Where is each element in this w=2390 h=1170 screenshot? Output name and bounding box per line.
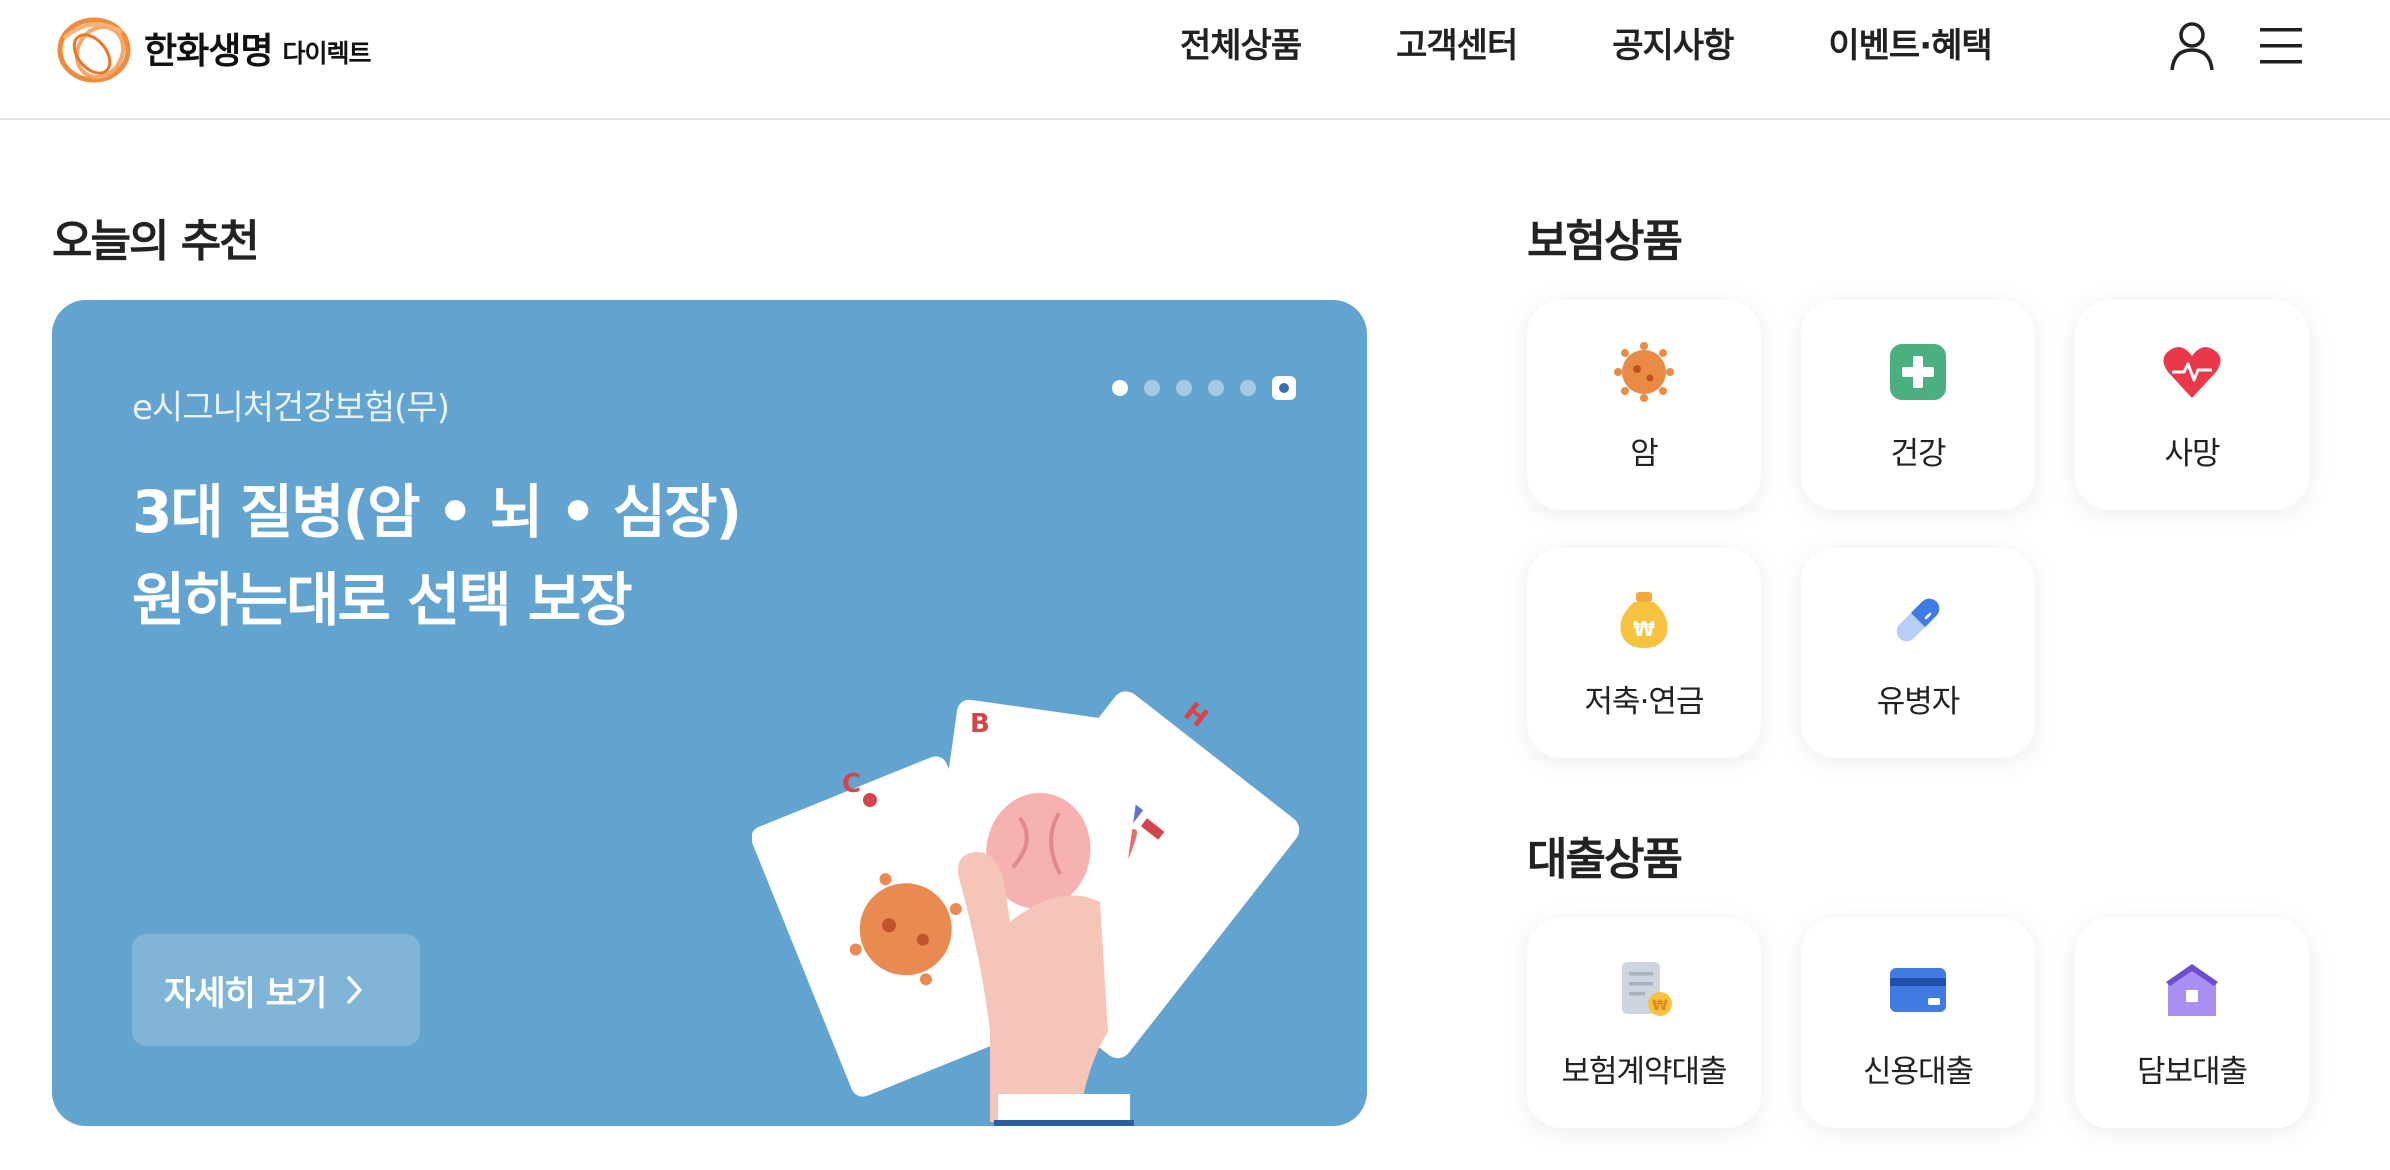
svg-text:₩: ₩ xyxy=(1633,617,1655,641)
main-nav: 전체상품 고객센터 공지사항 이벤트·혜택 xyxy=(1180,20,1993,72)
product-label: 사망 xyxy=(2164,436,2220,472)
product-label: 유병자 xyxy=(1876,684,1961,720)
nav-all-products[interactable]: 전체상품 xyxy=(1180,20,1302,72)
nav-events-benefits[interactable]: 이벤트·혜택 xyxy=(1828,20,1992,72)
recommendation-banner[interactable]: e시그니처건강보험(무) 3대 질병(암 • 뇌 • 심장) 원하는대로 선택 … xyxy=(52,300,1367,1126)
carousel-dot[interactable] xyxy=(1112,380,1128,396)
money-bag-icon: ₩ xyxy=(1620,592,1668,648)
health-cross-icon xyxy=(1890,344,1946,400)
carousel-pause-button[interactable] xyxy=(1272,376,1296,400)
chevron-right-icon xyxy=(347,976,362,1004)
heart-pulse-icon xyxy=(2163,347,2221,398)
view-details-label: 자세히 보기 xyxy=(164,973,327,1014)
svg-text:₩: ₩ xyxy=(1652,998,1668,1014)
user-icon[interactable] xyxy=(2168,20,2216,72)
product-label: 보험계약대출 xyxy=(1561,1054,1727,1090)
virus-icon xyxy=(1614,342,1674,402)
house-icon xyxy=(2166,964,2218,1016)
carousel-dot[interactable] xyxy=(1208,380,1224,396)
loan-section-title: 대출상품 xyxy=(1527,834,1683,885)
loan-card-secured-loan[interactable]: 담보대출 xyxy=(2075,918,2309,1128)
product-card-death[interactable]: 사망 xyxy=(2075,300,2309,510)
loan-card-policy-loan[interactable]: ₩ 보험계약대출 xyxy=(1527,918,1761,1128)
pill-icon xyxy=(1896,598,1940,642)
svg-text:C: C xyxy=(842,769,861,799)
carousel-dot[interactable] xyxy=(1240,380,1256,396)
carousel-dot[interactable] xyxy=(1176,380,1192,396)
pause-icon xyxy=(1279,383,1289,393)
product-label: 건강 xyxy=(1890,436,1946,472)
product-card-preexisting[interactable]: 유병자 xyxy=(1801,548,2035,758)
loan-card-credit-loan[interactable]: 신용대출 xyxy=(1801,918,2035,1128)
insurance-section-title: 보험상품 xyxy=(1527,216,1683,267)
product-card-savings-pension[interactable]: ₩ 저축·연금 xyxy=(1527,548,1761,758)
product-label: 암 xyxy=(1630,436,1659,472)
logo-brand-name: 한화생명 xyxy=(144,31,273,72)
hamburger-menu-icon[interactable] xyxy=(2258,24,2304,68)
nav-customer-center[interactable]: 고객센터 xyxy=(1396,20,1518,72)
hanwha-logo-icon xyxy=(57,17,131,83)
banner-headline-line2: 원하는대로 선택 보장 xyxy=(132,566,633,634)
view-details-button[interactable]: 자세히 보기 xyxy=(132,934,420,1046)
carousel-dot[interactable] xyxy=(1144,380,1160,396)
product-label: 신용대출 xyxy=(1862,1054,1974,1090)
svg-text:H: H xyxy=(1178,697,1214,734)
product-card-cancer[interactable]: 암 xyxy=(1527,300,1761,510)
document-coin-icon: ₩ xyxy=(1622,962,1672,1016)
banner-headline-line1: 3대 질병(암 • 뇌 • 심장) xyxy=(132,478,742,546)
banner-headline: 3대 질병(암 • 뇌 • 심장) 원하는대로 선택 보장 xyxy=(132,468,742,644)
nav-notices[interactable]: 공지사항 xyxy=(1612,20,1734,72)
site-header: 한화생명 다이렉트 전체상품 고객센터 공지사항 이벤트·혜택 xyxy=(0,0,2390,120)
product-label: 저축·연금 xyxy=(1584,684,1705,720)
recommendation-title: 오늘의 추천 xyxy=(52,216,260,267)
banner-product-name: e시그니처건강보험(무) xyxy=(132,388,450,428)
product-card-health[interactable]: 건강 xyxy=(1801,300,2035,510)
carousel-pagination xyxy=(1112,376,1296,400)
hanwha-life-logo[interactable]: 한화생명 다이렉트 xyxy=(52,8,372,88)
svg-text:B: B xyxy=(970,709,990,739)
logo-sub-name: 다이렉트 xyxy=(282,39,371,68)
cards-illustration: H B C xyxy=(752,691,1300,1126)
product-label: 담보대출 xyxy=(2136,1054,2248,1090)
credit-card-icon xyxy=(1890,968,1946,1012)
